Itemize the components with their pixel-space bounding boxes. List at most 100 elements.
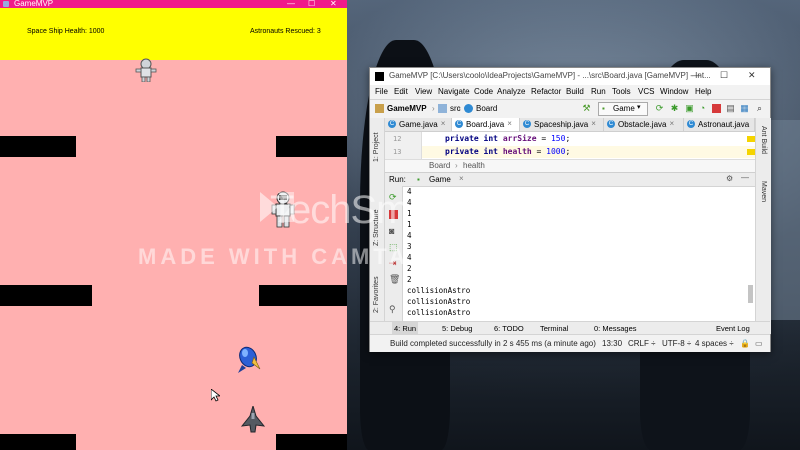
menu-window[interactable]: Window — [660, 87, 688, 96]
project-structure-icon[interactable]: ▤ — [726, 104, 735, 113]
mouse-cursor — [211, 389, 220, 402]
tab-game-java[interactable]: C Game.java × — [385, 118, 452, 131]
tool-tab-debug[interactable]: 5: Debug — [442, 324, 472, 333]
class-icon — [464, 104, 473, 113]
menu-navigate[interactable]: Navigate — [438, 87, 470, 96]
game-hud: Space Ship Health: 1000 Astronauts Rescu… — [0, 8, 347, 60]
class-icon: C — [455, 120, 463, 128]
ide-titlebar[interactable]: GameMVP [C:\Users\coolo\IdeaProjects\Gam… — [370, 68, 770, 85]
tool-maven[interactable]: Maven — [760, 181, 767, 202]
maximize-button[interactable]: ☐ — [308, 0, 315, 8]
breadcrumb-separator: › — [455, 161, 458, 170]
close-tab-icon[interactable]: × — [441, 119, 446, 128]
run-panel-header: Run: ▪ Game × ⚙ — — [385, 173, 755, 187]
crumb-member[interactable]: health — [463, 161, 485, 170]
memory-indicator-icon[interactable]: ▭ — [755, 339, 763, 348]
gear-icon[interactable]: ⚙ — [726, 174, 733, 183]
ide-window-title: GameMVP [C:\Users\coolo\IdeaProjects\Gam… — [389, 71, 711, 80]
tool-favorites[interactable]: 2: Favorites — [373, 276, 380, 313]
breadcrumb-file[interactable]: Board — [476, 104, 497, 113]
warning-marker[interactable] — [747, 149, 755, 155]
close-tab-icon[interactable]: × — [591, 119, 596, 128]
warning-marker[interactable] — [747, 136, 755, 142]
close-tab-icon[interactable]: × — [669, 119, 674, 128]
console-line: 2 — [407, 275, 412, 284]
game-titlebar[interactable]: GameMVP — ☐ ✕ — [0, 0, 347, 8]
build-status-message[interactable]: Build completed successfully in 2 s 455 … — [390, 339, 596, 348]
tool-tab-messages[interactable]: 0: Messages — [594, 324, 637, 333]
minimize-button[interactable]: — — [287, 0, 295, 8]
hide-panel-icon[interactable]: — — [741, 173, 749, 182]
ide-close-button[interactable]: ✕ — [748, 70, 756, 81]
structure-breadcrumb: Board › health — [385, 159, 755, 172]
run-config-label: Game — [613, 104, 635, 113]
sdk-icon[interactable]: ▦ — [740, 104, 749, 113]
java-app-icon — [3, 1, 9, 7]
profile-icon[interactable]: ◔ — [698, 104, 707, 113]
stop-icon[interactable] — [712, 104, 721, 113]
class-icon: C — [607, 120, 615, 128]
astronauts-rescued-text: Astronauts Rescued: 3 — [250, 28, 321, 35]
indent-select[interactable]: 4 spaces ÷ — [695, 339, 734, 348]
menu-analyze[interactable]: Analyze — [497, 87, 525, 96]
menu-vcs[interactable]: VCS — [638, 87, 654, 96]
right-tool-strip: Ant Build Maven — [755, 118, 771, 334]
menu-code[interactable]: Code — [474, 87, 493, 96]
crumb-class[interactable]: Board — [429, 161, 450, 170]
obstacle — [276, 434, 347, 450]
code-line: private int health = 1000; — [445, 147, 571, 156]
close-tab-icon[interactable]: × — [507, 119, 512, 128]
trash-icon[interactable]: 🗑 — [389, 274, 400, 284]
chevron-down-icon: ▾ — [637, 104, 641, 111]
console-line: collisionAstro — [407, 297, 471, 306]
console-line: collisionAstro — [407, 286, 471, 295]
run-configuration-select[interactable]: ▪ Game ▾ — [598, 102, 648, 116]
ide-minimize-button[interactable]: — — [692, 70, 701, 80]
line-separator-select[interactable]: CRLF ÷ — [628, 339, 656, 348]
pin-icon[interactable]: ⚲ — [389, 304, 398, 314]
ship-health-text: Space Ship Health: 1000 — [27, 28, 105, 35]
editor-tabs: C Game.java × C Board.java × C Spaceship.java… — [385, 118, 755, 132]
tab-astronaut-java[interactable]: C Astronaut.java — [684, 118, 755, 131]
ide-maximize-button[interactable]: ☐ — [720, 70, 728, 81]
search-icon[interactable]: ⌕ — [755, 104, 764, 113]
run-tab-label[interactable]: Game — [429, 175, 451, 184]
line-gutter — [385, 132, 422, 159]
menu-help[interactable]: Help — [695, 87, 711, 96]
menu-edit[interactable]: Edit — [394, 87, 408, 96]
intellij-icon — [375, 72, 384, 81]
tool-project[interactable]: 1: Project — [373, 132, 380, 162]
menu-build[interactable]: Build — [566, 87, 584, 96]
run-coverage-icon[interactable]: ▣ — [685, 104, 694, 113]
code-line: private int arrSize = 150; — [445, 134, 571, 143]
menu-tools[interactable]: Tools — [612, 87, 631, 96]
close-button[interactable]: ✕ — [330, 0, 337, 8]
tool-tab-terminal[interactable]: Terminal — [540, 324, 568, 333]
menu-view[interactable]: View — [415, 87, 432, 96]
caret-position[interactable]: 13:30 — [602, 339, 622, 348]
src-folder-icon — [438, 104, 447, 113]
tab-obstacle-java[interactable]: C Obstacle.java × — [604, 118, 684, 131]
debug-icon[interactable]: ✱ — [670, 104, 679, 113]
menu-refactor[interactable]: Refactor — [531, 87, 561, 96]
build-hammer-icon[interactable]: ⚒ — [582, 104, 591, 113]
menu-run[interactable]: Run — [591, 87, 606, 96]
obstacle — [0, 136, 76, 157]
event-log-tab[interactable]: Event Log — [716, 324, 750, 333]
lock-icon[interactable]: 🔒 — [740, 339, 750, 348]
line-number: 13 — [393, 148, 402, 156]
tab-board-java[interactable]: C Board.java × — [452, 118, 520, 131]
encoding-select[interactable]: UTF-8 ÷ — [662, 339, 691, 348]
alien-sprite — [238, 346, 261, 373]
menu-file[interactable]: File — [375, 87, 388, 96]
breadcrumb-project[interactable]: GameMVP — [387, 104, 427, 113]
tool-ant-build[interactable]: Ant Build — [760, 126, 767, 154]
tool-tab-todo[interactable]: 6: TODO — [494, 324, 524, 333]
tab-spaceship-java[interactable]: C Spaceship.java × — [520, 118, 604, 131]
run-config-icon: ▪ — [417, 175, 420, 184]
console-scrollbar[interactable] — [748, 285, 753, 303]
code-editor[interactable]: 12 13 private int arrSize = 150; private… — [385, 132, 755, 159]
menu-bar: File Edit View Navigate Code Analyze Ref… — [370, 85, 770, 98]
close-tab-icon[interactable]: × — [459, 174, 464, 183]
rerun-icon[interactable]: ⟳ — [655, 104, 664, 113]
